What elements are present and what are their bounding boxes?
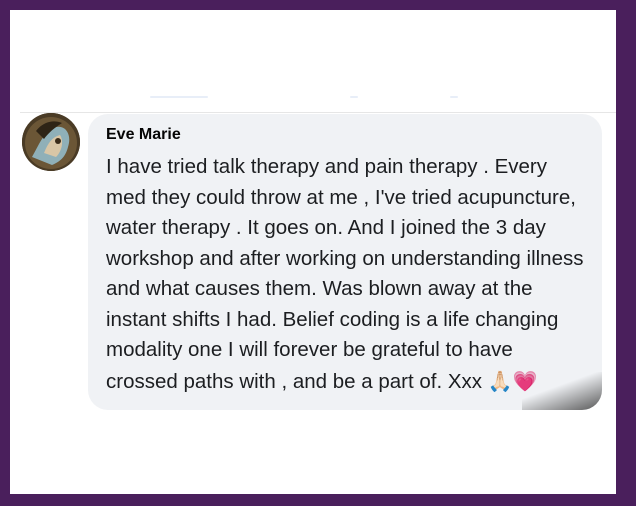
reaction-overlay-shadow <box>522 372 602 410</box>
comment-body: I have tried talk therapy and pain thera… <box>106 152 586 397</box>
cropped-previous-content <box>150 96 510 100</box>
avatar[interactable] <box>22 113 80 171</box>
profile-photo-icon <box>22 113 80 171</box>
folded-hands-emoji-icon: 🙏🏻 <box>487 368 513 393</box>
comment-bubble: Eve Marie I have tried talk therapy and … <box>88 114 602 410</box>
comment-author-name[interactable]: Eve Marie <box>106 126 181 144</box>
comment-text: I have tried talk therapy and pain thera… <box>106 155 584 393</box>
screenshot-frame: Eve Marie I have tried talk therapy and … <box>10 10 616 494</box>
section-divider <box>20 112 616 113</box>
